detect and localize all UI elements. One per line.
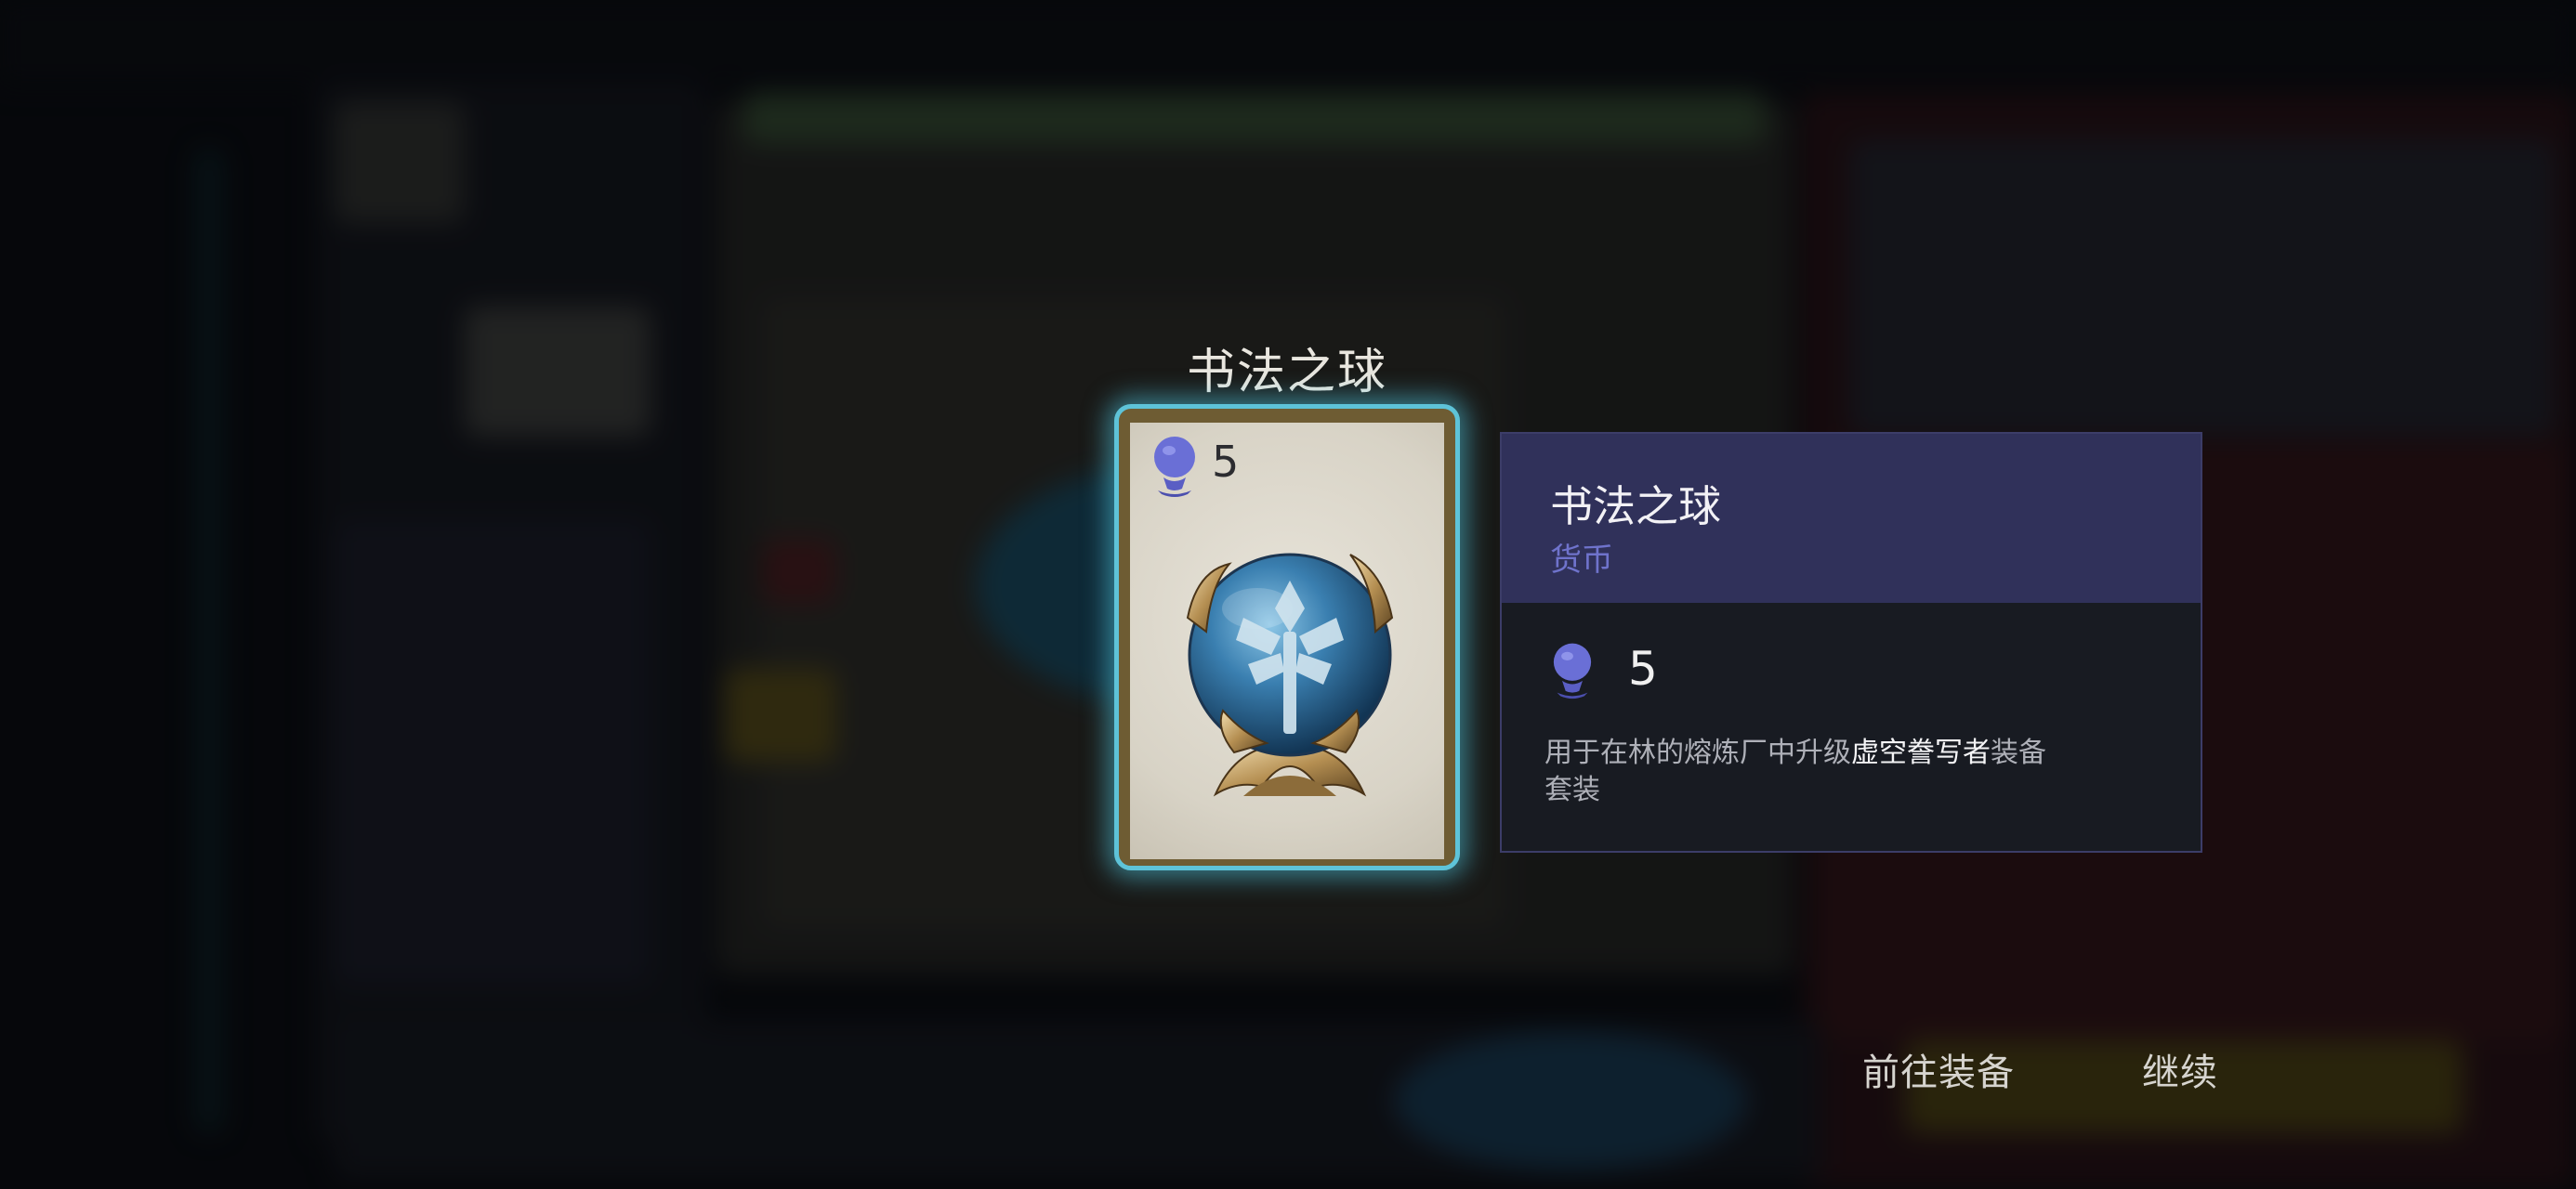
tooltip-item-type: 货币	[1550, 542, 1613, 579]
tooltip-cost-value: 5	[1628, 642, 1658, 696]
description-highlight: 虚空誊写者	[1851, 737, 1991, 769]
currency-orb-icon	[1553, 643, 1592, 699]
description-text-suffix: 装备	[1991, 737, 2046, 769]
description-text-line2: 套装	[1544, 774, 1600, 806]
currency-orb-icon	[1154, 437, 1195, 497]
item-card-cost: 5	[1212, 437, 1240, 487]
tooltip-description: 用于在林的熔炼厂中升级虚空誊写者装备套装	[1544, 735, 2065, 809]
tooltip-header: 书法之球 货币	[1502, 434, 2201, 603]
description-text: 用于在林的熔炼厂中升级	[1544, 737, 1851, 769]
continue-button[interactable]: 继续	[2142, 1042, 2218, 1096]
item-title: 书法之球	[1186, 345, 1387, 400]
goto-equip-button[interactable]: 前往装备	[1862, 1042, 2015, 1096]
tooltip-item-name: 书法之球	[1550, 481, 1721, 531]
reward-screen: 书法之球 5 书法之球 货币 5 用于在林的熔炼厂中升级虚空誊写者装备 套装 前…	[0, 0, 2576, 1189]
item-tooltip: 书法之球 货币 5 用于在林的熔炼厂中升级虚空誊写者装备套装	[1500, 432, 2202, 853]
calligraphy-orb-art	[1186, 553, 1394, 797]
